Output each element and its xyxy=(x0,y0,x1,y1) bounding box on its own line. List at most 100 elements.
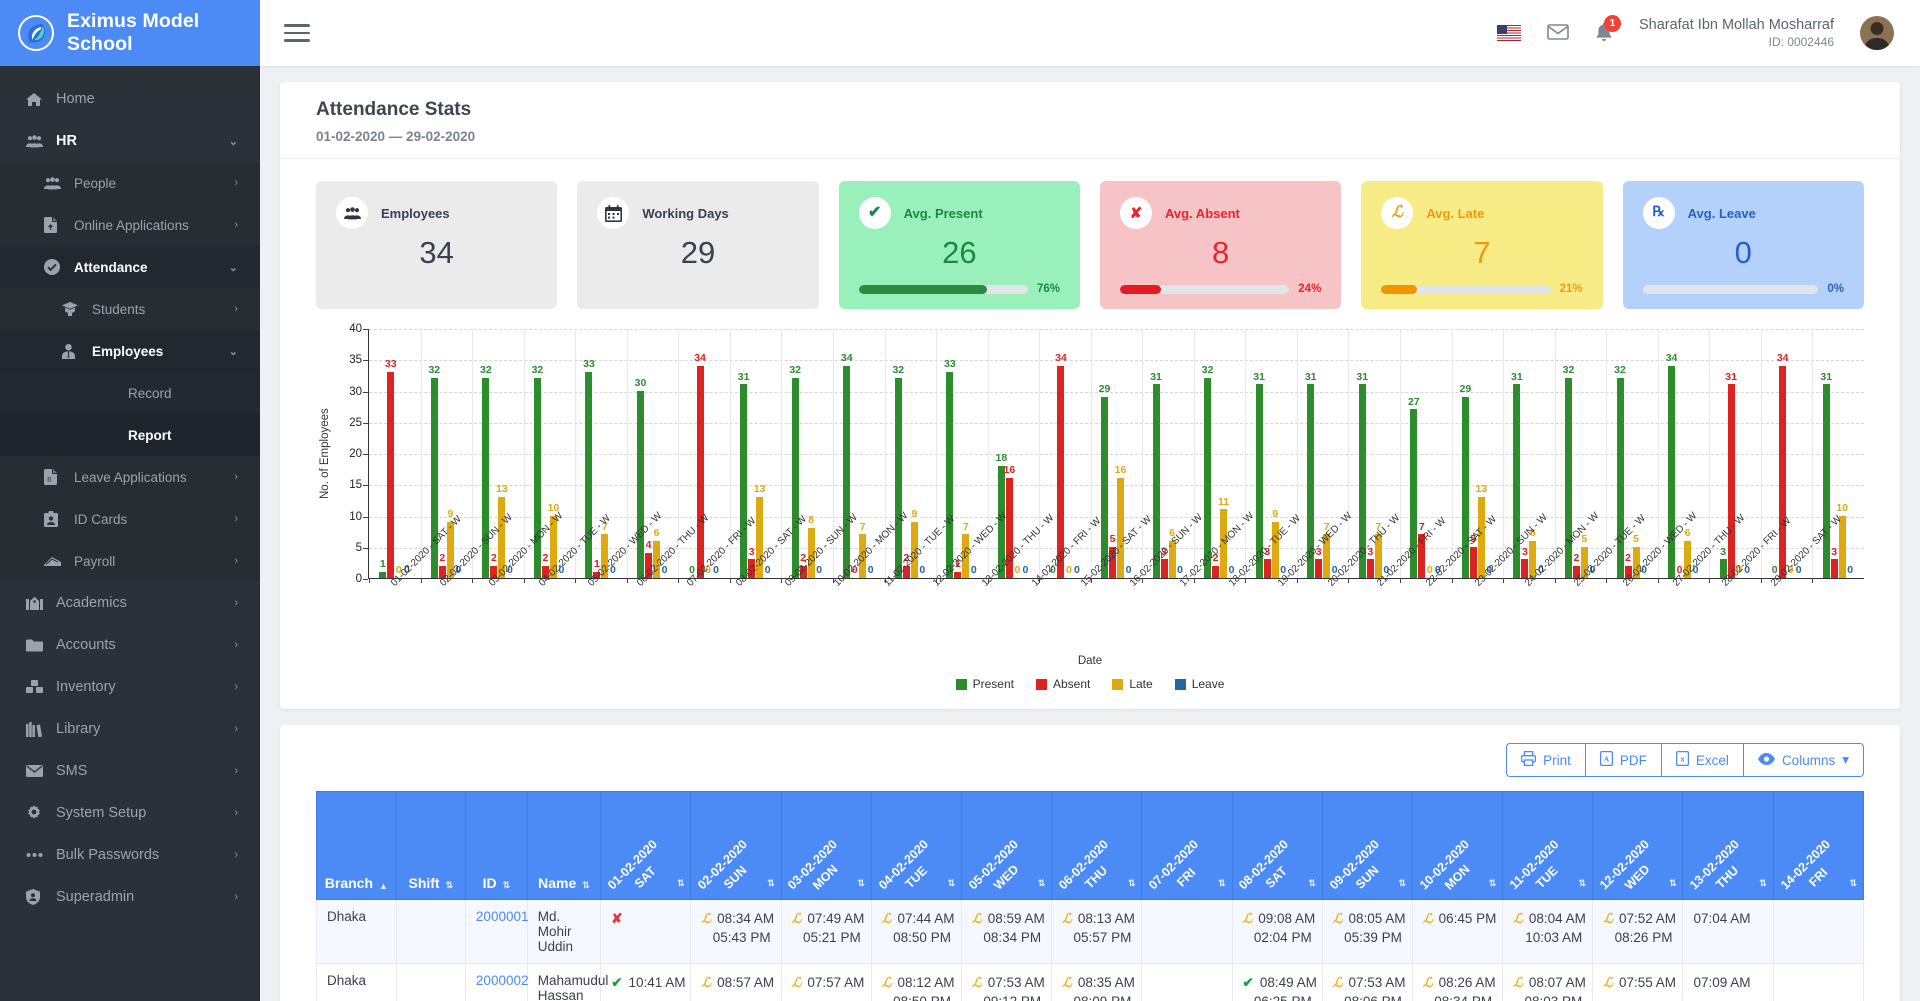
sidebar-item-hr[interactable]: HR ⌄ xyxy=(0,120,260,162)
column-header-date-03-02-2020[interactable]: 03-02-2020 MON ⇅ xyxy=(780,791,872,900)
column-header-date-13-02-2020[interactable]: 13-02-2020 THU ⇅ xyxy=(1682,791,1774,900)
column-header-date-12-02-2020[interactable]: 12-02-2020 WED ⇅ xyxy=(1592,791,1684,900)
late-icon: ℒ xyxy=(881,975,892,990)
columns-button[interactable]: Columns ▾ xyxy=(1742,743,1864,777)
sidebar-item-library[interactable]: Library › xyxy=(0,708,260,750)
sidebar-item-report[interactable]: Report xyxy=(0,414,260,456)
chart-plot-area: No. of Employees 0 5 10 15 20 25 30 35 40 1 33 0 0 3… xyxy=(316,323,1864,585)
sidebar-item-label: ID Cards xyxy=(74,511,128,527)
legend-swatch xyxy=(1035,678,1047,690)
sidebar-item-employees[interactable]: Employees ⌄ xyxy=(0,330,260,372)
legend-label: Present xyxy=(972,677,1014,691)
legend-item-leave[interactable]: Leave xyxy=(1174,677,1224,691)
stat-card-employees: Employees 34 xyxy=(316,181,558,309)
sidebar-item-inventory[interactable]: Inventory › xyxy=(0,666,260,708)
envelope-icon[interactable] xyxy=(1547,23,1569,43)
sidebar-item-attendance[interactable]: Attendance ⌄ xyxy=(0,246,260,288)
sidebar-item-bulk-passwords[interactable]: Bulk Passwords › xyxy=(0,834,260,876)
column-header-date-14-02-2020[interactable]: 14-02-2020 FRI ⇅ xyxy=(1772,791,1865,900)
stat-label: Avg. Absent xyxy=(1164,205,1240,221)
check-out-time: 09:12 PM xyxy=(972,992,1041,1001)
column-header-date-08-02-2020[interactable]: 08-02-2020 SAT ⇅ xyxy=(1231,791,1323,900)
sidebar-item-people[interactable]: People › xyxy=(0,162,260,204)
cell-attendance: 07:04 AM xyxy=(1682,899,1774,964)
sidebar-item-home[interactable]: Home xyxy=(0,78,260,120)
sidebar-item-label: Academics xyxy=(56,595,127,611)
column-header-shift[interactable]: Shift ⇅ xyxy=(395,791,466,900)
chevron-right-icon: › xyxy=(234,513,238,525)
bar-late: 0 xyxy=(1066,563,1072,576)
legend-item-present[interactable]: Present xyxy=(955,677,1014,691)
people-group-icon xyxy=(336,197,368,229)
sort-icon: ⇅ xyxy=(947,878,956,888)
chevron-right-icon: › xyxy=(234,639,238,651)
stat-value: 7 xyxy=(1473,235,1491,270)
table-row: Dhaka 2000001 Md. Mohir Uddin ✘ ℒ 08:34 AM 05:… xyxy=(316,899,1865,964)
bar-leave: 0 xyxy=(506,563,513,576)
sidebar-item-payroll[interactable]: Payroll › xyxy=(0,540,260,582)
legend-item-late[interactable]: Late xyxy=(1112,677,1153,691)
hamburger-icon[interactable] xyxy=(284,19,310,47)
progress-track xyxy=(1381,284,1551,294)
cell-attendance xyxy=(1141,899,1233,964)
bar-present: 32 xyxy=(789,365,801,578)
header-date: 07-02-2020 xyxy=(1146,836,1202,892)
late-icon: ℒ xyxy=(1242,911,1253,926)
column-header-date-10-02-2020[interactable]: 10-02-2020 MON ⇅ xyxy=(1411,791,1504,900)
gear-icon xyxy=(26,805,56,821)
bar-leave: 0 xyxy=(558,563,565,576)
print-button[interactable]: Print xyxy=(1506,743,1585,777)
sidebar-item-sms[interactable]: SMS › xyxy=(0,750,260,792)
avatar[interactable] xyxy=(1860,16,1894,50)
sidebar-item-record[interactable]: Record xyxy=(0,372,260,414)
sidebar-item-academics[interactable]: Academics › xyxy=(0,582,260,624)
chevron-right-icon: › xyxy=(234,177,238,189)
column-header-id[interactable]: ID ⇅ xyxy=(464,791,528,900)
check-in-time: 08:13 AM xyxy=(1077,911,1135,926)
sort-icon: ⇅ xyxy=(1759,878,1767,888)
sidebar-item-leave-applications[interactable]: R Leave Applications › xyxy=(0,456,260,498)
sidebar-item-label: Superadmin xyxy=(56,889,135,905)
column-header-date-07-02-2020[interactable]: 07-02-2020 FRI ⇅ xyxy=(1141,791,1233,900)
stat-top: Working Days xyxy=(597,197,798,229)
column-header-date-11-02-2020[interactable]: 11-02-2020 TUE ⇅ xyxy=(1502,791,1594,900)
column-header-date-04-02-2020[interactable]: 04-02-2020 TUE ⇅ xyxy=(870,791,962,900)
user-name: Sharafat Ibn Mollah Mosharraf xyxy=(1638,17,1834,34)
late-icon: ℒ xyxy=(881,911,892,926)
x-axis-labels: 01-02-2020 - SAT - W 02-02-2020 - SUN - W… xyxy=(368,510,1864,661)
sort-icon: ⇅ xyxy=(502,880,511,890)
late-icon: ℒ xyxy=(701,911,712,926)
column-header-name[interactable]: Name ⇅ xyxy=(526,791,602,900)
sort-icon: ⇅ xyxy=(582,880,590,890)
sort-icon: ▲ xyxy=(379,881,388,891)
chevron-down-icon: ⌄ xyxy=(228,135,238,148)
bar-absent: 1 xyxy=(954,559,962,578)
brand-header[interactable]: Eximus Model School xyxy=(0,0,260,66)
button-label: PDF xyxy=(1619,752,1647,768)
column-header-date-05-02-2020[interactable]: 05-02-2020 WED ⇅ xyxy=(960,791,1053,900)
sidebar-item-id-cards[interactable]: ID Cards › xyxy=(0,498,260,540)
column-header-date-09-02-2020[interactable]: 09-02-2020 SUN ⇅ xyxy=(1321,791,1413,900)
sidebar-item-accounts[interactable]: Accounts › xyxy=(0,624,260,666)
bar-absent: 31 xyxy=(1725,371,1737,578)
user-info[interactable]: Sharafat Ibn Mollah Mosharraf ID: 000244… xyxy=(1639,16,1834,49)
column-header-date-02-02-2020[interactable]: 02-02-2020 SUN ⇅ xyxy=(690,791,782,900)
cell-id[interactable]: 2000001 xyxy=(464,899,528,964)
sidebar-item-online-applications[interactable]: Online Applications › xyxy=(0,204,260,246)
people-group-icon xyxy=(26,134,56,148)
sidebar-item-superadmin[interactable]: Superadmin › xyxy=(0,876,260,918)
envelope-icon xyxy=(26,765,56,777)
us-flag-icon[interactable] xyxy=(1496,25,1521,41)
bell-icon[interactable]: 1 xyxy=(1595,14,1621,45)
legend-item-absent[interactable]: Absent xyxy=(1035,677,1090,691)
pdf-button[interactable]: A PDF xyxy=(1584,743,1661,777)
late-icon: ℒ xyxy=(791,975,802,990)
sidebar-item-students[interactable]: Students › xyxy=(0,288,260,330)
column-header-branch[interactable]: Branch ▲ xyxy=(316,791,397,900)
excel-button[interactable]: x Excel xyxy=(1660,743,1743,777)
column-header-date-01-02-2020[interactable]: 01-02-2020 SAT ⇅ xyxy=(600,791,692,900)
bar-leave: 0 xyxy=(970,563,977,576)
column-header-date-06-02-2020[interactable]: 06-02-2020 THU ⇅ xyxy=(1051,791,1143,900)
sidebar-item-system-setup[interactable]: System Setup › xyxy=(0,792,260,834)
cell-id[interactable]: 2000002 xyxy=(464,962,528,1001)
